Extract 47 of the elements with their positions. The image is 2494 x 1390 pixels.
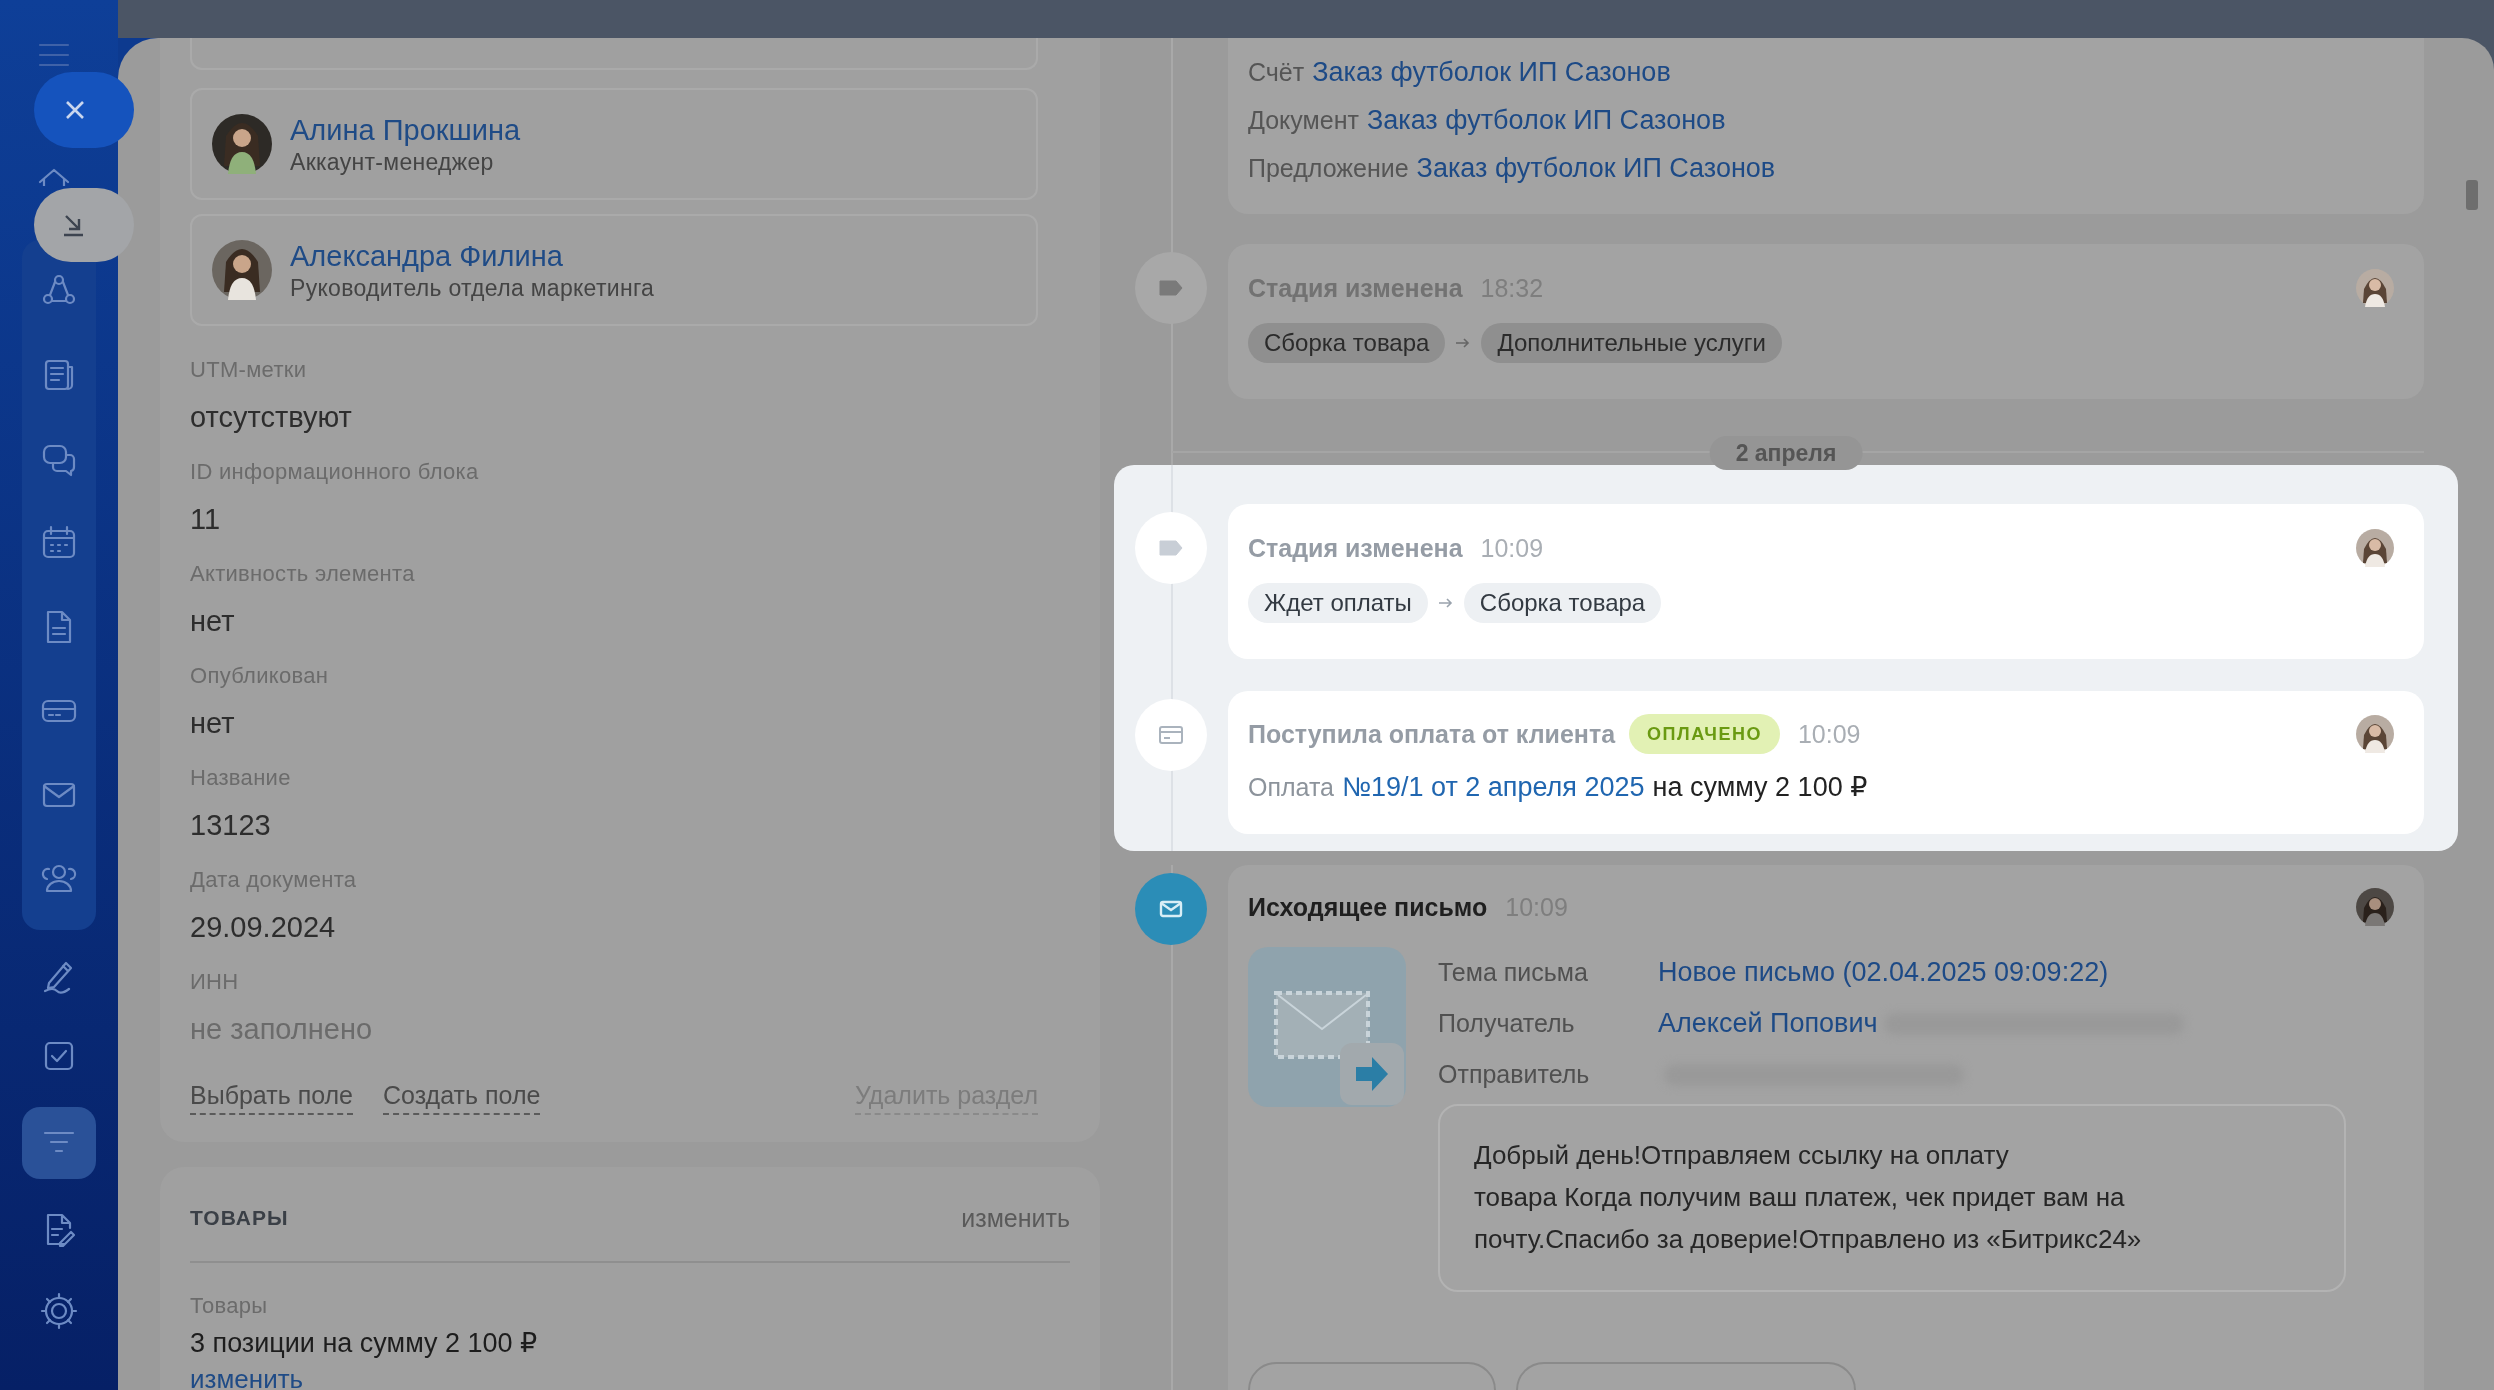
edit-link[interactable]: изменить	[961, 1203, 1070, 1233]
arrow-icon	[1437, 598, 1454, 608]
status-badge: ОПЛАЧЕНО	[1629, 714, 1780, 754]
field-value: нет	[190, 706, 236, 741]
document-link[interactable]: Заказ футболок ИП Сазонов	[1366, 104, 1726, 136]
section-title: ТОВАРЫ	[190, 1205, 289, 1231]
event-time: 10:09	[1480, 533, 1544, 563]
contact-role: Руководитель отдела маркетинга	[290, 274, 655, 302]
create-field-link[interactable]: Создать поле	[383, 1077, 541, 1115]
event-title: Стадия изменена	[1248, 533, 1463, 563]
contact-name-link[interactable]: Александра Филина	[290, 238, 655, 274]
edit-link[interactable]: изменить	[190, 1363, 1070, 1390]
document-link[interactable]: Заказ футболок ИП Сазонов	[1312, 56, 1671, 88]
email-field-label: Получатель	[1438, 1009, 1576, 1038]
payment-link[interactable]: №19/1 от 2 апреля 2025	[1342, 771, 1645, 803]
stage-chip: Сборка товара	[1248, 323, 1446, 363]
email-field-label: Отправитель	[1438, 1060, 1591, 1089]
event-time: 10:09	[1797, 719, 1861, 749]
event-title: Исходящее письмо	[1248, 892, 1488, 922]
email-field-label: Тема письма	[1438, 958, 1589, 987]
document-label: Предложение	[1248, 153, 1409, 183]
field-value: нет	[190, 604, 236, 639]
stage-chip: Дополнительные услуги	[1481, 323, 1782, 363]
email-field-link[interactable]: Новое письмо (02.04.2025 09:09:22)	[1658, 957, 2109, 988]
date-separator: 2 апреля	[1709, 436, 1863, 470]
document-label: Счёт	[1248, 57, 1305, 87]
settings-icon	[39, 1291, 79, 1332]
select-field-link[interactable]: Выбрать поле	[190, 1077, 354, 1115]
field-value: отсутствуют	[190, 400, 353, 435]
field-value: 29.09.2024	[190, 910, 337, 945]
field-value: 11	[190, 502, 222, 537]
contact-name-link[interactable]: Алина Прокшина	[290, 112, 521, 148]
field-value: 3 позиции на сумму 2 100 ₽	[190, 1327, 539, 1360]
document-link[interactable]: Заказ футболок ИП Сазонов	[1416, 152, 1776, 184]
payment-amount: на сумму 2 100 ₽	[1652, 771, 1868, 803]
document-label: Документ	[1248, 105, 1359, 135]
event-title: Поступила оплата от клиента	[1248, 719, 1616, 749]
arrow-icon	[1455, 338, 1472, 348]
email-body: Добрый день!Отправляем ссылку на оплату товара Когда получим ваш платеж, чек придет вам на почту.Спасибо за доверие!Отправлено из «Битрикс24»	[1438, 1104, 2346, 1292]
contact-role: Аккаунт-менеджер	[290, 148, 495, 176]
payment-label: Оплата	[1248, 772, 1334, 802]
field-value: 13123	[190, 808, 272, 843]
email-field-link[interactable]: Алексей Попович	[1658, 1008, 1878, 1039]
stage-chip: Ждет оплаты	[1248, 583, 1428, 623]
scrollbar-thumb[interactable]	[2466, 180, 2478, 210]
stage-chip: Сборка товара	[1463, 583, 1662, 623]
sidebar-item[interactable]	[22, 1106, 96, 1180]
